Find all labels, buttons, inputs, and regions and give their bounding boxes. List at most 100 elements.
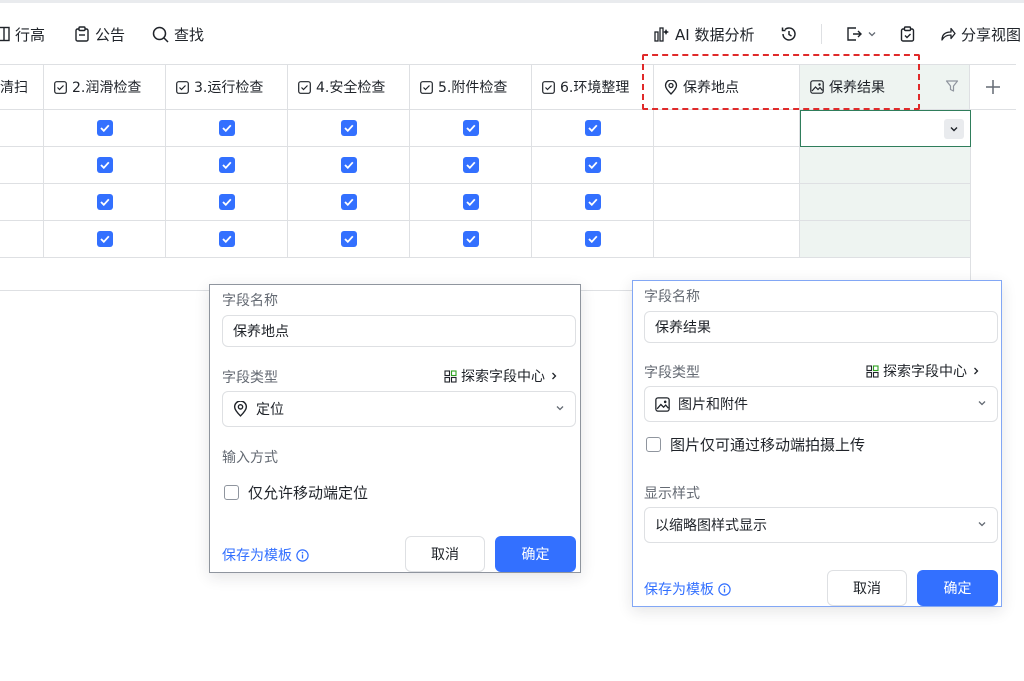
- explore-field-center-link[interactable]: 探索字段中心: [444, 366, 559, 386]
- grid-cell[interactable]: [44, 184, 166, 221]
- grid-cell[interactable]: [410, 184, 532, 221]
- explore-field-center-link[interactable]: 探索字段中心: [866, 361, 981, 381]
- grid-cell[interactable]: [410, 147, 532, 184]
- save-as-template-label: 保存为模板: [222, 548, 292, 564]
- grid-cell[interactable]: [166, 184, 288, 221]
- save-as-template-link[interactable]: 保存为模板: [644, 579, 731, 599]
- grid-cell[interactable]: [44, 147, 166, 184]
- share-view-button[interactable]: 分享视图: [940, 14, 1021, 54]
- checkbox-checked[interactable]: [462, 194, 479, 210]
- cell-dropdown-button[interactable]: [944, 119, 964, 139]
- grid-cell[interactable]: [0, 147, 44, 184]
- field-type-label: 字段类型: [222, 370, 278, 386]
- checkbox-checked[interactable]: [218, 194, 235, 210]
- add-column-button[interactable]: [970, 64, 1016, 110]
- grid-cell[interactable]: [166, 221, 288, 258]
- grid-cell-result[interactable]: [800, 184, 971, 221]
- checkbox-checked[interactable]: [218, 157, 235, 173]
- grid-cell-location[interactable]: [654, 147, 800, 184]
- grid-cell[interactable]: [532, 221, 654, 258]
- cancel-button[interactable]: 取消: [405, 536, 485, 572]
- checkbox-checked[interactable]: [340, 120, 357, 136]
- display-style-select[interactable]: 以缩略图样式显示: [644, 507, 998, 543]
- checkbox-checked[interactable]: [96, 157, 113, 173]
- grid-cell[interactable]: [410, 221, 532, 258]
- field-type-select[interactable]: 图片和附件: [644, 386, 998, 422]
- column-header-environment[interactable]: 6.环境整理: [532, 64, 654, 110]
- confirm-button[interactable]: 确定: [495, 536, 576, 572]
- checkbox-checked[interactable]: [96, 194, 113, 210]
- mobile-only-checkbox[interactable]: [224, 485, 239, 500]
- grid-cell-location[interactable]: [654, 110, 800, 147]
- checkbox-checked[interactable]: [96, 231, 113, 247]
- checkbox-checked[interactable]: [462, 120, 479, 136]
- column-header-safety[interactable]: 4.安全检查: [288, 64, 410, 110]
- column-header-lubrication[interactable]: 2.润滑检查: [44, 64, 166, 110]
- grid-cell[interactable]: [44, 110, 166, 147]
- column-header-label: 6.环境整理: [560, 80, 630, 96]
- field-type-label: 字段类型: [644, 365, 700, 381]
- find-button[interactable]: 查找: [152, 14, 204, 54]
- confirm-button[interactable]: 确定: [917, 570, 998, 606]
- form-button[interactable]: [900, 14, 915, 54]
- toolbar: 行高 公告 查找 AI 数据分析 分享视图: [0, 14, 1024, 54]
- filter-icon[interactable]: [945, 79, 959, 93]
- checkbox-checked[interactable]: [218, 120, 235, 136]
- checkbox-checked[interactable]: [462, 157, 479, 173]
- checkbox-checked[interactable]: [584, 120, 601, 136]
- checkbox-checked[interactable]: [96, 120, 113, 136]
- column-header-operation[interactable]: 3.运行检查: [166, 64, 288, 110]
- field-name-input[interactable]: 保养结果: [644, 311, 998, 343]
- grid-cell[interactable]: [0, 184, 44, 221]
- field-name-value: 保养结果: [655, 320, 711, 336]
- grid-cell[interactable]: [532, 147, 654, 184]
- column-header-cleaning[interactable]: 清扫: [0, 64, 44, 110]
- ai-analysis-button[interactable]: AI 数据分析: [654, 14, 754, 54]
- active-cell-result[interactable]: [800, 110, 971, 147]
- grid-cell[interactable]: [288, 221, 410, 258]
- column-header-label: 5.附件检查: [438, 80, 508, 96]
- grid-cell-location[interactable]: [654, 184, 800, 221]
- grid-cell[interactable]: [410, 110, 532, 147]
- grid-cell[interactable]: [288, 184, 410, 221]
- grid-cell[interactable]: [166, 110, 288, 147]
- checkbox-checked[interactable]: [584, 231, 601, 247]
- check-icon: [465, 198, 475, 206]
- grid-cell[interactable]: [288, 147, 410, 184]
- grid-cell[interactable]: [0, 221, 44, 258]
- checkbox-checked[interactable]: [462, 231, 479, 247]
- share-view-label: 分享视图: [961, 25, 1022, 44]
- history-button[interactable]: [780, 14, 798, 54]
- checkbox-checked[interactable]: [584, 194, 601, 210]
- grid-cell[interactable]: [166, 147, 288, 184]
- grid-cell-location[interactable]: [654, 221, 800, 258]
- checkbox-checked[interactable]: [340, 194, 357, 210]
- field-type-select[interactable]: 定位: [222, 391, 576, 427]
- checkbox-checked[interactable]: [340, 231, 357, 247]
- grid-cell[interactable]: [44, 221, 166, 258]
- checkbox-field-icon: [542, 80, 555, 94]
- check-icon: [343, 235, 353, 243]
- cancel-button[interactable]: 取消: [827, 570, 907, 606]
- mobile-only-checkbox-row[interactable]: 仅允许移动端定位: [224, 482, 368, 503]
- column-header-attachment[interactable]: 5.附件检查: [410, 64, 532, 110]
- field-name-input[interactable]: 保养地点: [222, 315, 576, 347]
- grid-cell-result[interactable]: [800, 147, 971, 184]
- info-icon: [296, 548, 309, 562]
- mobile-upload-checkbox-row[interactable]: 图片仅可通过移动端拍摄上传: [646, 434, 865, 455]
- grid-cell[interactable]: [532, 184, 654, 221]
- row-height-button[interactable]: 行高: [0, 14, 45, 54]
- save-as-template-link[interactable]: 保存为模板: [222, 545, 309, 565]
- grid-cell[interactable]: [0, 110, 44, 147]
- grid-cell-result[interactable]: [800, 221, 971, 258]
- check-icon: [221, 124, 231, 132]
- mobile-upload-checkbox[interactable]: [646, 437, 661, 452]
- checkbox-checked[interactable]: [218, 231, 235, 247]
- checkbox-checked[interactable]: [584, 157, 601, 173]
- field-type-value: 图片和附件: [678, 397, 748, 413]
- announcement-button[interactable]: 公告: [74, 14, 125, 54]
- grid-cell[interactable]: [288, 110, 410, 147]
- grid-cell[interactable]: [532, 110, 654, 147]
- checkbox-checked[interactable]: [340, 157, 357, 173]
- export-button[interactable]: [846, 14, 877, 54]
